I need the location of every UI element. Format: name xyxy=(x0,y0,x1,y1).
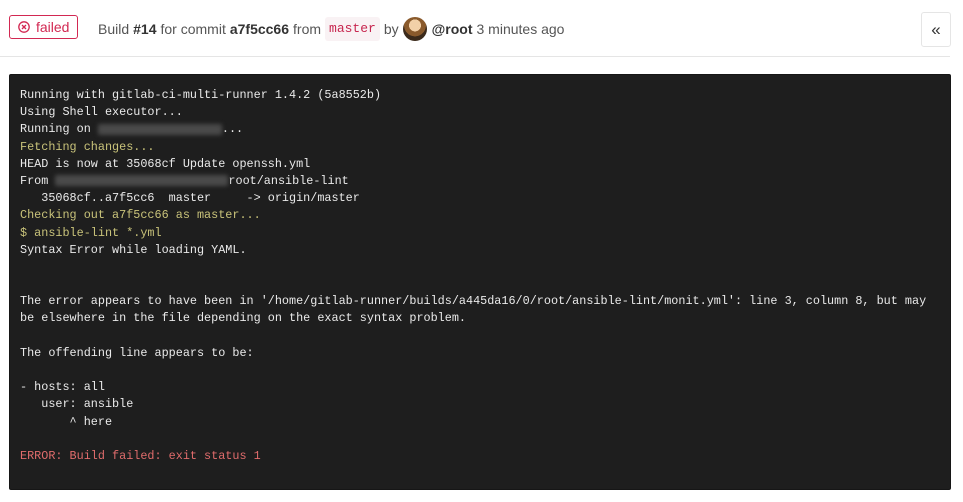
trace-text: Running on xyxy=(20,122,98,137)
trace-line: Fetching changes... xyxy=(20,139,155,154)
for-commit-text: for commit xyxy=(160,21,226,37)
branch-link[interactable]: master xyxy=(325,17,380,41)
double-chevron-left-icon: « xyxy=(931,19,941,39)
user-link[interactable]: @root xyxy=(432,18,473,40)
failed-x-circle-icon xyxy=(18,21,30,33)
trace-line: Syntax Error while loading YAML. xyxy=(20,242,247,257)
trace-line xyxy=(20,276,940,293)
trace-line xyxy=(20,431,940,448)
trace-line: From root/ansible-lint xyxy=(20,173,940,190)
build-summary: Build #14 for commit a7f5cc66 from maste… xyxy=(98,17,564,41)
user-avatar[interactable] xyxy=(402,17,427,41)
trace-line xyxy=(20,328,940,345)
redacted-hostname xyxy=(97,123,222,135)
trace-line: - hosts: all xyxy=(20,380,105,395)
trace-line: Checking out a7f5cc66 as master... xyxy=(20,208,261,223)
trace-line: Running on ... xyxy=(20,121,940,138)
trace-line: user: ansible xyxy=(20,397,134,412)
from-text: from xyxy=(293,21,322,37)
build-time: 3 minutes ago xyxy=(476,21,565,37)
trace-line: The offending line appears to be: xyxy=(20,345,254,360)
trace-text: root/ansible-lint xyxy=(228,173,349,188)
build-trace-terminal: Running with gitlab-ci-multi-runner 1.4.… xyxy=(9,74,951,490)
trace-text: From xyxy=(20,173,56,188)
redacted-repo-url xyxy=(55,175,229,187)
commit-sha-link[interactable]: a7f5cc66 xyxy=(230,18,289,40)
trace-line: ^ here xyxy=(20,414,113,429)
build-word: Build xyxy=(98,21,130,37)
trace-line: 35068cf..a7f5cc6 master -> origin/master xyxy=(20,191,360,206)
trace-line: The error appears to have been in '/home… xyxy=(20,294,934,326)
trace-line: HEAD is now at 35068cf Update openssh.ym… xyxy=(20,156,311,171)
build-header: failed Build #14 for commit a7f5cc66 fro… xyxy=(0,0,951,57)
by-text: by xyxy=(383,21,399,37)
trace-line xyxy=(20,362,940,379)
trace-line: $ ansible-lint *.yml xyxy=(20,225,162,240)
trace-text: ... xyxy=(221,122,244,137)
status-badge[interactable]: failed xyxy=(9,15,79,39)
trace-line: Running with gitlab-ci-multi-runner 1.4.… xyxy=(20,88,382,102)
sidebar-toggle-button[interactable]: « xyxy=(921,12,951,47)
status-label: failed xyxy=(36,19,70,35)
trace-line xyxy=(20,259,940,276)
trace-error-line: ERROR: Build failed: exit status 1 xyxy=(20,448,261,463)
build-number: #14 xyxy=(133,21,157,37)
trace-line: Using Shell executor... xyxy=(20,105,183,120)
